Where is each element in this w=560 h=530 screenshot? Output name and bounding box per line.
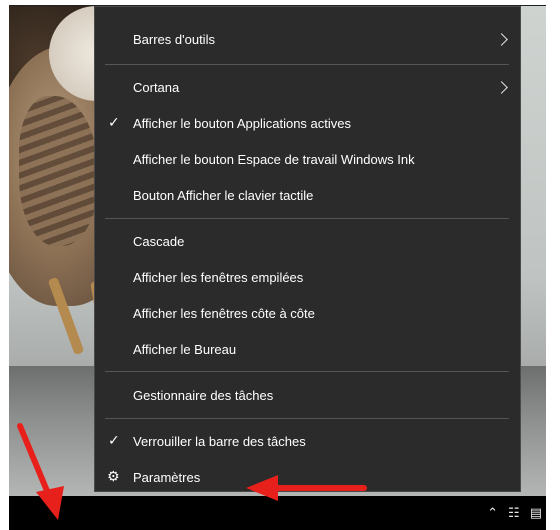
menu-item-toolbars[interactable]: Barres d'outils (95, 21, 520, 57)
menu-item-label: Cascade (133, 233, 185, 249)
menu-item-label: Paramètres (133, 469, 201, 485)
menu-item-label: Afficher le Bureau (133, 341, 237, 357)
menu-item-side-by-side[interactable]: Afficher les fenêtres côte à côte (95, 295, 520, 331)
chevron-right-icon (495, 32, 508, 46)
annotation-arrow-down (17, 423, 64, 520)
menu-item-label: Afficher les fenêtres empilées (133, 269, 304, 285)
menu-item-show-task-view[interactable]: ✓ Afficher le bouton Applications active… (95, 105, 520, 141)
chevron-right-icon (495, 80, 508, 94)
notification-icon[interactable]: ▤ (530, 507, 542, 520)
chevron-up-icon[interactable]: ⌃ (487, 507, 498, 520)
menu-item-label: Gestionnaire des tâches (133, 387, 274, 403)
menu-item-label: Verrouiller la barre des tâches (133, 433, 306, 449)
annotation-arrow-left (246, 475, 367, 501)
menu-item-label: Barres d'outils (133, 31, 215, 47)
checkmark-icon: ✓ (108, 433, 120, 449)
menu-item-show-windows-ink[interactable]: Afficher le bouton Espace de travail Win… (95, 141, 520, 177)
menu-item-label: Afficher le bouton Espace de travail Win… (133, 151, 415, 167)
menu-item-label: Afficher le bouton Applications actives (133, 115, 352, 131)
menu-item-cascade[interactable]: Cascade (95, 223, 520, 259)
menu-separator (105, 418, 509, 419)
menu-item-lock-taskbar[interactable]: ✓ Verrouiller la barre des tâches (95, 423, 520, 459)
gear-icon: ⚙ (107, 469, 120, 485)
menu-separator (105, 64, 509, 65)
checkmark-icon: ✓ (108, 115, 120, 131)
menu-separator (105, 371, 509, 372)
menu-item-label: Bouton Afficher le clavier tactile (133, 187, 314, 203)
menu-item-show-desktop[interactable]: Afficher le Bureau (95, 331, 520, 367)
menu-separator (105, 218, 509, 219)
system-tray: ⌃ ☷ ▤ (487, 496, 542, 530)
menu-item-task-manager[interactable]: Gestionnaire des tâches (95, 377, 520, 413)
network-icon[interactable]: ☷ (508, 507, 520, 520)
menu-item-show-touch-keyboard[interactable]: Bouton Afficher le clavier tactile (95, 177, 520, 213)
menu-item-label: Afficher les fenêtres côte à côte (133, 305, 315, 321)
menu-item-cortana[interactable]: Cortana (95, 69, 520, 105)
menu-item-stacked-windows[interactable]: Afficher les fenêtres empilées (95, 259, 520, 295)
taskbar-context-menu: Barres d'outils Cortana ✓ Afficher le bo… (94, 6, 521, 492)
menu-item-label: Cortana (133, 79, 180, 95)
